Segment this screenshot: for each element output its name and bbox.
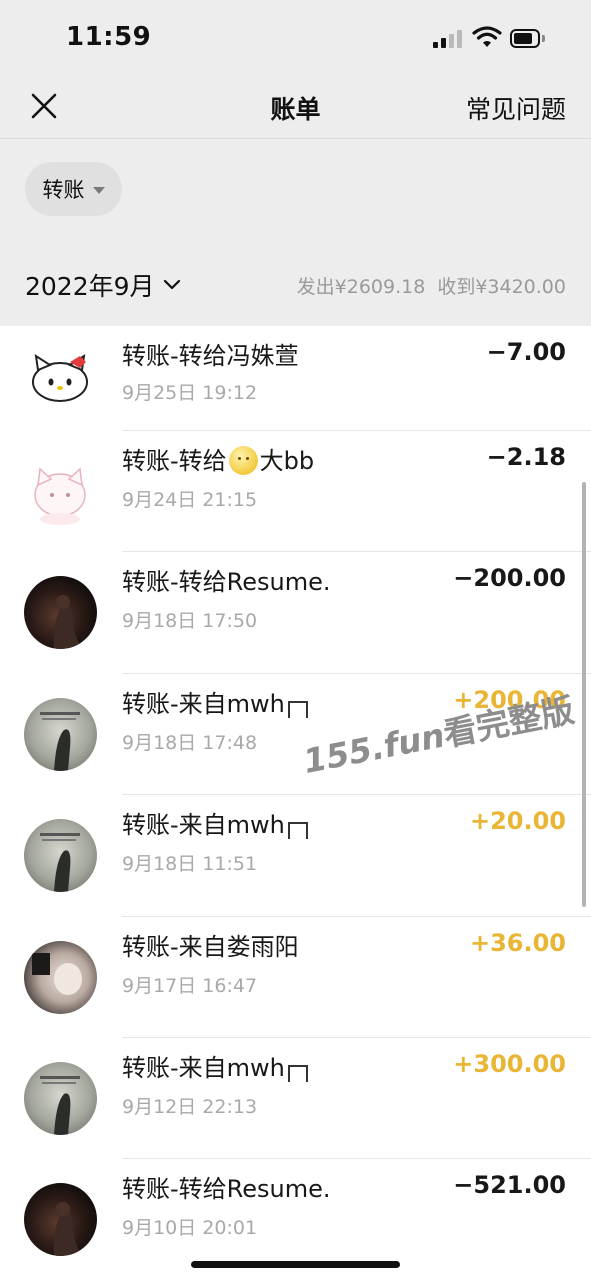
battery-icon <box>510 29 540 48</box>
transaction-list: 转账-转给冯姝萱 9月25日 19:12 −7.00 转账-转给 大bb 9月24… <box>0 326 591 1281</box>
battery-tip <box>542 35 545 42</box>
transaction-row[interactable]: 转账-转给 大bb 9月24日 21:15 −2.18 <box>0 431 591 553</box>
month-summary: 发出¥2609.18 收到¥3420.00 <box>297 272 566 299</box>
dark-portrait-avatar <box>24 1183 97 1257</box>
transaction-title: 转账-来自娄雨阳 <box>122 932 299 961</box>
poster-avatar <box>24 697 97 771</box>
transaction-row[interactable]: 转账-来自娄雨阳 9月17日 16:47 +36.00 <box>0 917 591 1038</box>
total-received: 收到¥3420.00 <box>437 276 566 298</box>
status-bar: 11:59 <box>0 0 591 78</box>
transaction-title: 转账-转给Resume. <box>122 1175 331 1204</box>
chevron-down-icon <box>163 279 180 290</box>
dark-portrait-avatar <box>24 576 97 650</box>
faq-link[interactable]: 常见问题 <box>466 90 566 126</box>
transaction-date: 9月18日 17:48 <box>122 731 258 754</box>
transaction-row[interactable]: 转账-转给Resume. 9月18日 17:50 −200.00 <box>0 552 591 674</box>
transaction-title-text: 转账-来自mwh <box>122 689 285 718</box>
transaction-date: 9月24日 21:15 <box>122 489 258 511</box>
total-sent: 发出¥2609.18 <box>296 276 426 298</box>
month-header: 2022年9月 发出¥2609.18 收到¥3420.00 <box>0 241 591 326</box>
transaction-date: 9月25日 19:12 <box>122 382 258 404</box>
hello-kitty-icon <box>24 338 97 411</box>
unknown-glyph-icon <box>287 822 308 840</box>
caret-down-icon <box>92 186 105 194</box>
cellular-signal-icon <box>433 28 463 48</box>
wifi-icon <box>472 26 502 47</box>
transaction-date: 9月12日 22:13 <box>122 1095 258 1118</box>
transaction-type-filter[interactable]: 转账 <box>25 162 122 216</box>
transaction-amount: −521.00 <box>453 1171 566 1200</box>
transaction-row[interactable]: 转账-转给冯姝萱 9月25日 19:12 −7.00 <box>0 326 591 431</box>
nav-bar: 账单 常见问题 <box>0 78 591 139</box>
scrollbar[interactable] <box>582 482 586 907</box>
transaction-title: 转账-来自mwh <box>122 684 308 719</box>
home-indicator <box>191 1261 400 1268</box>
transaction-date: 9月18日 17:50 <box>122 610 258 633</box>
transaction-amount: −2.18 <box>486 443 566 471</box>
transaction-title-text: 转账-来自mwh <box>122 811 285 840</box>
transaction-amount: +36.00 <box>469 928 566 957</box>
filter-area: 转账 <box>0 139 591 241</box>
unknown-glyph-icon <box>287 1064 308 1082</box>
transaction-title-suffix: 大bb <box>259 447 315 475</box>
filter-label: 转账 <box>42 178 85 202</box>
status-time: 11:59 <box>66 22 152 52</box>
transaction-title: 转账-转给 大bb <box>122 441 314 476</box>
transaction-amount: −200.00 <box>453 564 566 593</box>
poster-avatar <box>24 1061 97 1135</box>
transaction-row[interactable]: 转账-来自mwh 9月12日 22:13 +300.00 <box>0 1038 591 1160</box>
transaction-date: 9月17日 16:47 <box>122 974 258 997</box>
unknown-glyph-icon <box>287 700 308 718</box>
transaction-title-prefix: 转账-转给 <box>122 447 227 475</box>
transaction-date: 9月10日 20:01 <box>122 1217 258 1240</box>
photo-avatar <box>24 940 97 1014</box>
transaction-title: 转账-来自mwh <box>122 805 308 840</box>
month-label: 2022年9月 <box>25 272 155 301</box>
transaction-title: 转账-转给冯姝萱 <box>122 342 299 370</box>
transaction-row[interactable]: 转账-来自mwh 9月18日 11:51 +20.00 <box>0 795 591 917</box>
transaction-amount: +20.00 <box>469 807 566 836</box>
cartoon-cat-icon <box>24 455 97 528</box>
transaction-title: 转账-转给Resume. <box>122 568 331 597</box>
month-selector[interactable]: 2022年9月 <box>25 267 181 303</box>
smiling-moon-face-icon <box>228 446 258 475</box>
poster-avatar <box>24 819 97 893</box>
transaction-title-text: 转账-来自mwh <box>122 1053 285 1082</box>
transaction-title: 转账-来自mwh <box>122 1048 308 1083</box>
transaction-amount: −7.00 <box>486 338 566 366</box>
transaction-amount: +300.00 <box>453 1049 566 1078</box>
transaction-date: 9月18日 11:51 <box>122 853 258 876</box>
